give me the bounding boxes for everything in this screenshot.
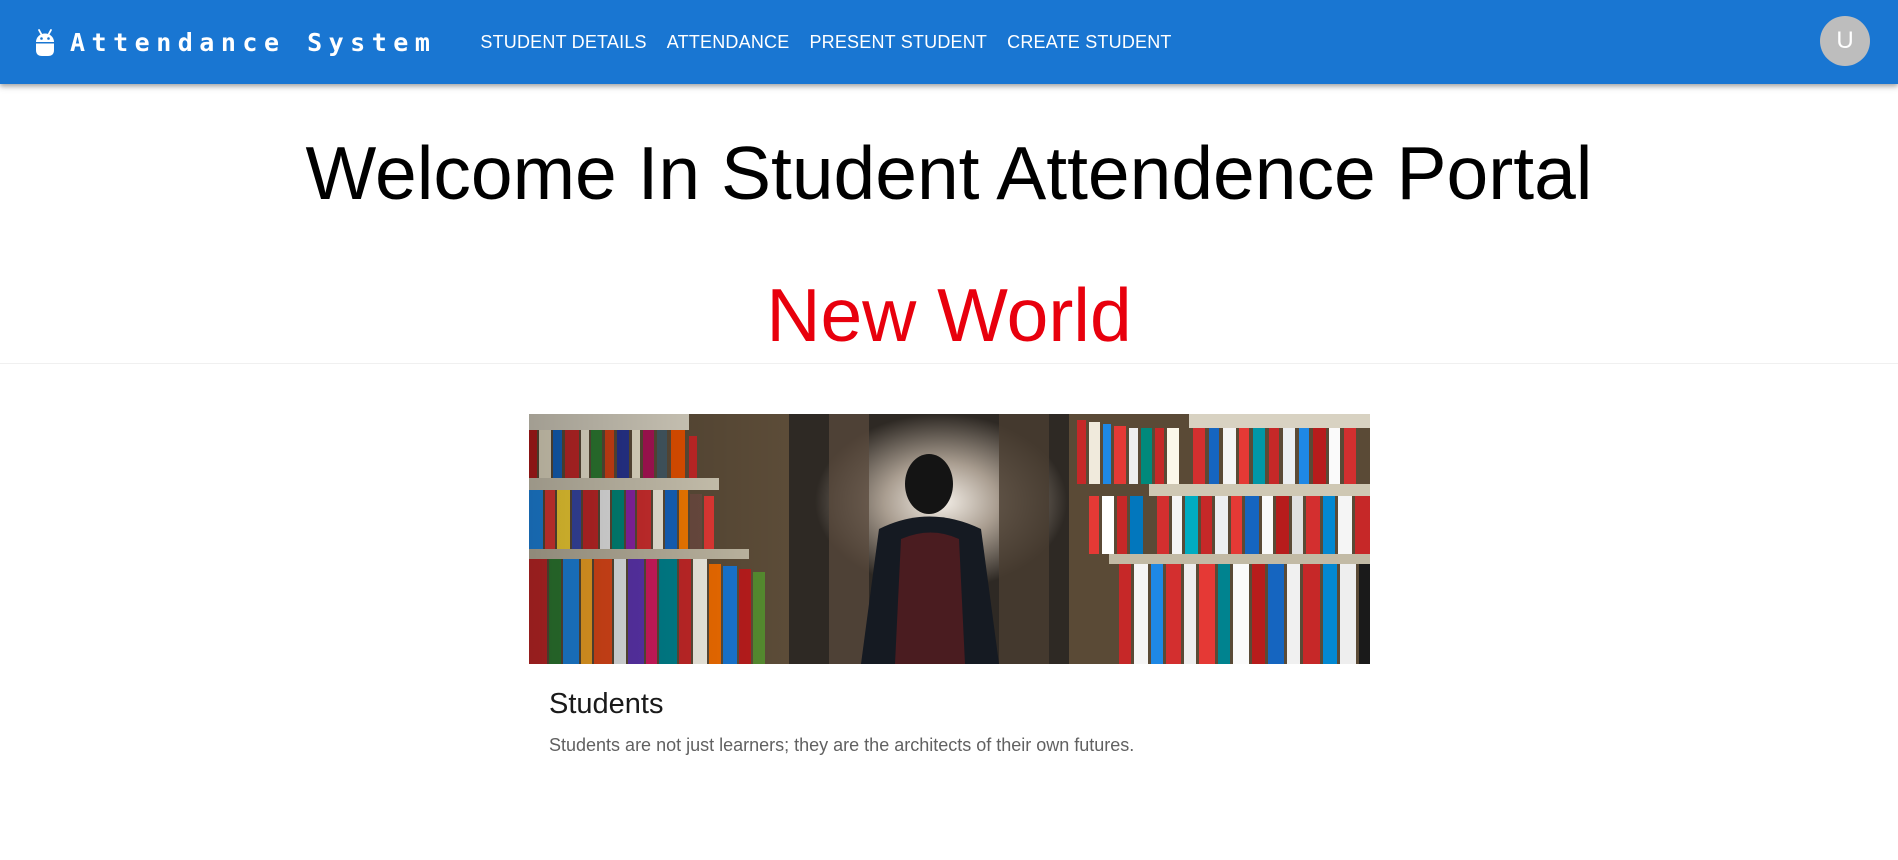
nav-create-student[interactable]: CREATE STUDENT xyxy=(997,24,1181,61)
main-nav: STUDENT DETAILS ATTENDANCE PRESENT STUDE… xyxy=(470,24,1181,61)
hero-section: Welcome In Student Attendence Portal New… xyxy=(0,84,1898,364)
brand-title: Attendance System xyxy=(70,27,437,57)
card-title: Students xyxy=(549,688,664,720)
page-subtitle: New World xyxy=(766,273,1132,357)
page-title: Welcome In Student Attendence Portal xyxy=(305,131,1593,215)
nav-student-details[interactable]: STUDENT DETAILS xyxy=(470,24,656,61)
nav-attendance[interactable]: ATTENDANCE xyxy=(657,24,800,61)
user-avatar[interactable]: U xyxy=(1820,16,1870,66)
student-card[interactable]: Students Students are not just learners;… xyxy=(529,414,1370,756)
android-icon xyxy=(34,27,56,57)
nav-present-student[interactable]: PRESENT STUDENT xyxy=(799,24,997,61)
card-description: Students are not just learners; they are… xyxy=(549,735,1135,755)
library-image xyxy=(529,414,1370,664)
app-bar: Attendance System STUDENT DETAILS ATTEND… xyxy=(0,0,1898,84)
brand[interactable]: Attendance System xyxy=(34,27,436,57)
